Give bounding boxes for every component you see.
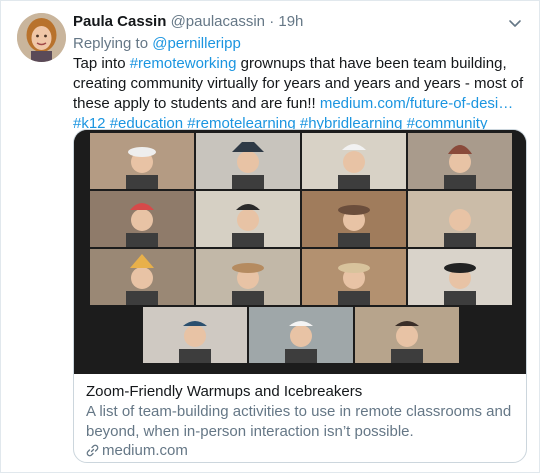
card-description: A list of team-building activities to us…: [86, 403, 512, 440]
video-grid-image: [74, 130, 526, 374]
link-card[interactable]: Zoom-Friendly Warmups and Icebreakers A …: [73, 129, 527, 463]
tweet-header: Paula Cassin @paulacassin · 19h: [73, 12, 303, 32]
chevron-down-icon[interactable]: [507, 15, 523, 31]
card-title[interactable]: Zoom-Friendly Warmups and Icebreakers: [86, 382, 362, 402]
card-image[interactable]: [74, 130, 526, 374]
separator-dot: ·: [269, 13, 275, 30]
tweet-text-part: Tap into: [73, 55, 130, 72]
replying-to-label: Replying to: [73, 35, 149, 52]
card-domain: medium.com: [86, 442, 188, 462]
link-icon: [86, 444, 99, 462]
avatar[interactable]: [17, 13, 66, 62]
author-handle[interactable]: @paulacassin: [171, 13, 265, 30]
replying-to: Replying to @pernilleripp: [73, 34, 241, 54]
tweet-text: Tap into #remoteworking grownups that ha…: [73, 54, 525, 134]
hashtag-link[interactable]: #remoteworking: [130, 55, 237, 72]
url-link[interactable]: medium.com/future-of-desi…: [320, 95, 513, 112]
reply-handle-link[interactable]: @pernilleripp: [152, 35, 241, 52]
timestamp[interactable]: 19h: [278, 13, 303, 30]
tweet[interactable]: Paula Cassin @paulacassin · 19h Replying…: [0, 0, 540, 473]
author-name[interactable]: Paula Cassin: [73, 13, 166, 30]
card-domain-text: medium.com: [102, 442, 188, 459]
